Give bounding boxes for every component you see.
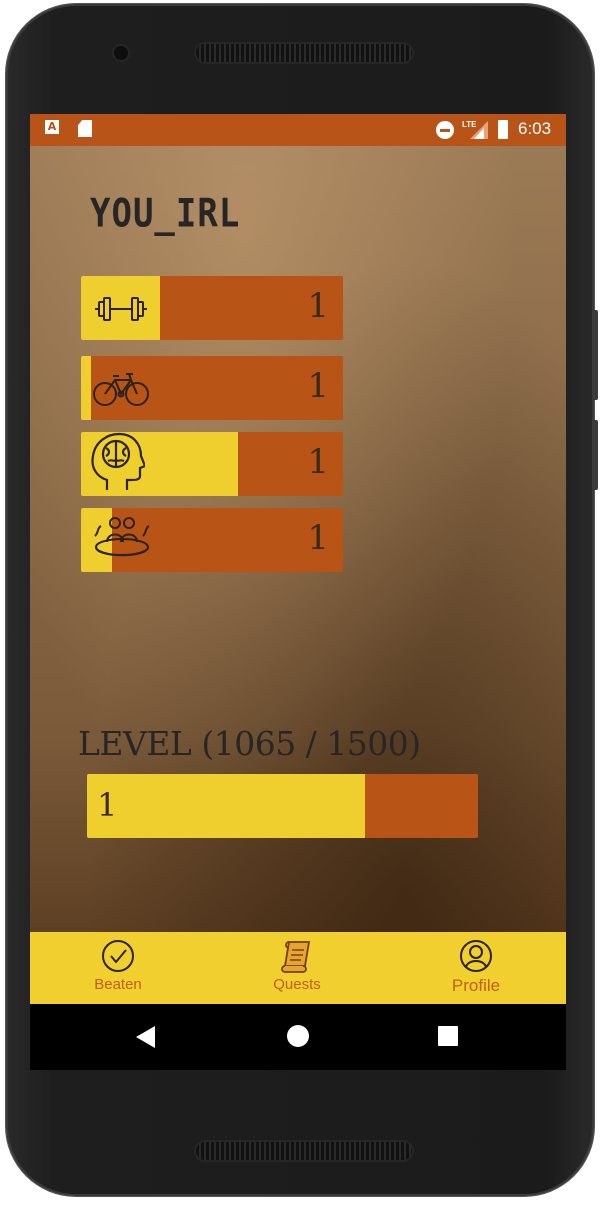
- recent-apps-icon[interactable]: [438, 1026, 458, 1046]
- volume-button: [592, 420, 598, 490]
- system-navigation-bar: [30, 1004, 566, 1070]
- nav-label-quests: Quests: [273, 976, 321, 993]
- nav-profile[interactable]: Profile: [416, 938, 536, 1000]
- stat-bar-cardio[interactable]: 1: [81, 356, 343, 420]
- bicycle-icon: [93, 373, 149, 406]
- level-fill: [87, 774, 365, 838]
- stat-value: 1: [307, 442, 329, 482]
- stat-fill: [81, 356, 92, 420]
- bottom-speaker: [196, 1142, 412, 1160]
- social-hot-tub-icon: [94, 517, 150, 557]
- check-circle-icon: [102, 940, 134, 972]
- stat-bar-mind[interactable]: 1: [81, 432, 343, 496]
- nav-beaten[interactable]: Beaten: [58, 938, 178, 1000]
- earpiece-speaker: [196, 44, 412, 62]
- bottom-navigation: Beaten Quests Profile: [30, 932, 566, 1004]
- stat-bar-social[interactable]: 1: [81, 508, 343, 572]
- back-icon[interactable]: [136, 1026, 155, 1048]
- stat-bar-strength[interactable]: 1: [81, 276, 343, 340]
- network-label: LTE: [462, 120, 477, 129]
- brain-head-icon: [91, 432, 145, 490]
- nav-label-beaten: Beaten: [94, 976, 142, 993]
- do-not-disturb-icon: [436, 121, 454, 139]
- level-value: 1: [97, 786, 118, 824]
- nav-label-profile: Profile: [451, 976, 501, 995]
- sd-card-icon: [78, 120, 92, 137]
- status-bar: A LTE 6:03: [30, 114, 566, 146]
- front-camera: [114, 46, 128, 60]
- stat-value: 1: [307, 286, 329, 326]
- a-notification-icon: A: [45, 120, 59, 134]
- stat-value: 1: [307, 518, 329, 558]
- battery-charging-icon: [498, 120, 508, 139]
- home-icon[interactable]: [287, 1025, 309, 1047]
- scroll-icon: [281, 941, 311, 973]
- lte-signal-icon: LTE: [462, 120, 488, 139]
- dumbbell-icon: [95, 297, 147, 321]
- status-time: 6:03: [518, 119, 552, 138]
- app-title: YOU_IRL: [90, 191, 241, 237]
- stat-value: 1: [307, 366, 329, 406]
- screen: A LTE 6:03 YOU_IRL 1 1 1 1 LEVEL (1065 /…: [30, 114, 566, 1070]
- nav-quests[interactable]: Quests: [237, 938, 357, 1000]
- level-label: LEVEL (1065 / 1500): [78, 724, 421, 763]
- main-content: YOU_IRL 1 1 1 1 LEVEL (1065 / 1500) 1: [30, 146, 566, 932]
- level-progress-bar: 1: [87, 774, 478, 838]
- power-button: [592, 310, 598, 400]
- profile-icon: [460, 940, 492, 972]
